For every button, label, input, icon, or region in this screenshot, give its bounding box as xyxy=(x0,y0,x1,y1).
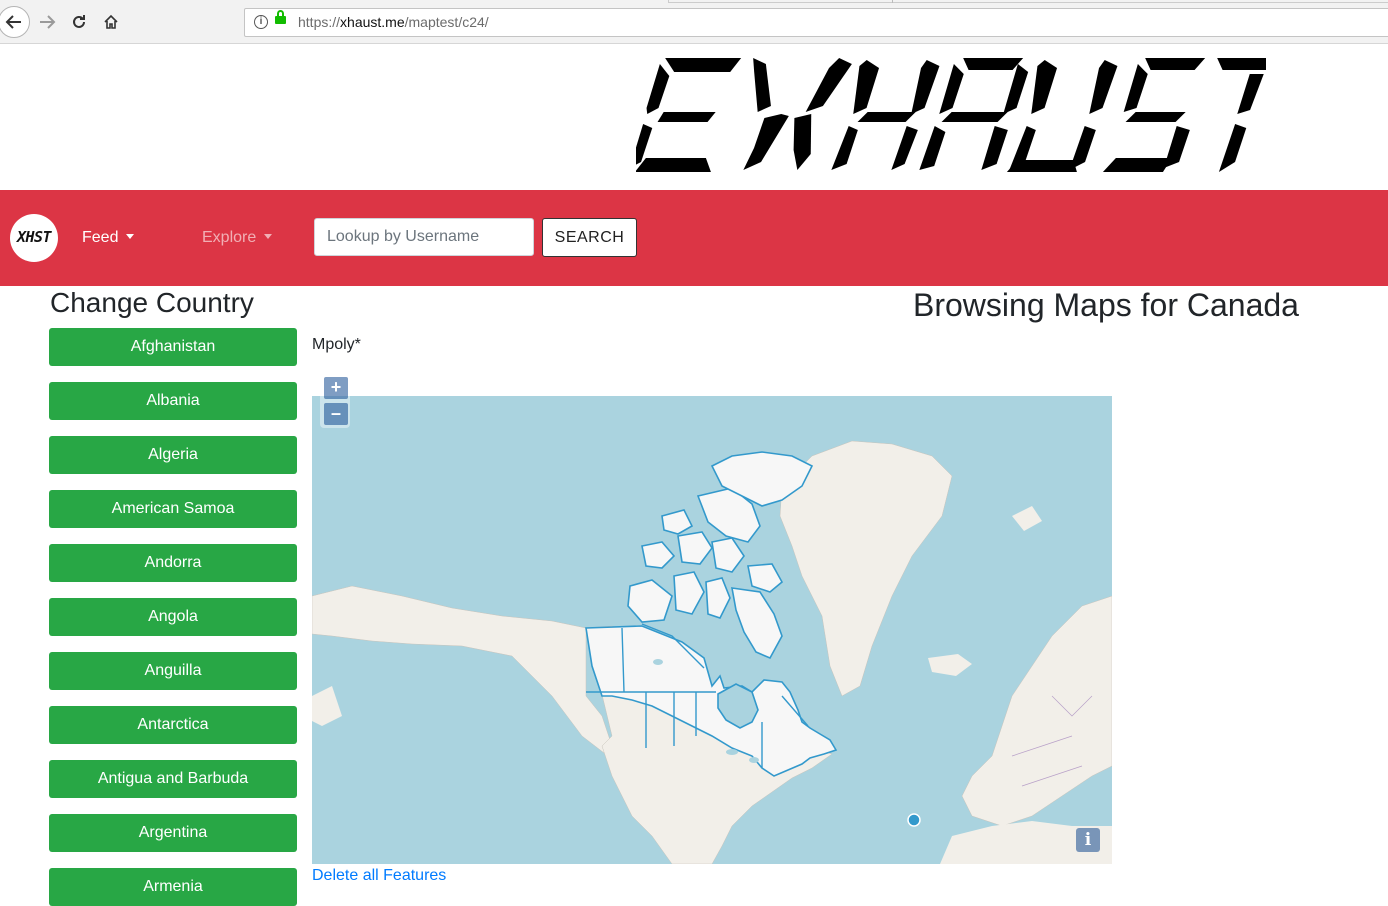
caret-down-icon xyxy=(264,234,273,239)
country-button[interactable]: Albania xyxy=(49,382,297,420)
draw-mode-label: Mpoly* xyxy=(312,336,361,353)
caret-down-icon xyxy=(126,234,135,239)
brand-logo-text: XHST xyxy=(16,228,52,246)
brand-logo[interactable]: XHST xyxy=(10,214,58,262)
sidebar-title: Change Country xyxy=(50,287,254,318)
map-point-marker[interactable] xyxy=(907,813,921,827)
back-arrow-icon[interactable] xyxy=(0,6,30,38)
browser-toolbar: i https://xhaust.me/maptest/c24/ xyxy=(0,0,1388,44)
search-button[interactable]: SEARCH xyxy=(542,218,637,257)
country-button[interactable]: Argentina xyxy=(49,814,297,852)
zoom-out-button[interactable]: – xyxy=(324,403,348,425)
navbar: XHST Feed Explore SEARCH xyxy=(0,190,1388,286)
country-button[interactable]: Andorra xyxy=(49,544,297,582)
tab-strip xyxy=(668,0,1388,3)
country-button[interactable]: Anguilla xyxy=(49,652,297,690)
map-tiles xyxy=(312,440,1112,864)
address-bar[interactable]: i https://xhaust.me/maptest/c24/ xyxy=(244,8,1388,37)
lock-icon[interactable] xyxy=(275,10,286,24)
exhaust-logo xyxy=(636,58,1266,172)
explore-label: Explore xyxy=(202,229,257,246)
attribution-info-button[interactable]: i xyxy=(1076,828,1100,852)
country-button[interactable]: Armenia xyxy=(49,868,297,906)
url-text[interactable]: https://xhaust.me/maptest/c24/ xyxy=(298,14,489,30)
home-icon[interactable] xyxy=(97,8,125,36)
feed-label: Feed xyxy=(82,229,119,246)
tab-divider xyxy=(892,0,893,3)
country-button[interactable]: Antigua and Barbuda xyxy=(49,760,297,798)
forward-arrow-icon[interactable] xyxy=(33,8,61,36)
info-icon[interactable]: i xyxy=(254,15,268,29)
map-canvas[interactable] xyxy=(312,396,1112,864)
country-button[interactable]: Angola xyxy=(49,598,297,636)
country-button[interactable]: Algeria xyxy=(49,436,297,474)
explore-dropdown[interactable]: Explore xyxy=(202,229,273,247)
reload-icon[interactable] xyxy=(65,8,93,36)
page-title: Browsing Maps for Canada xyxy=(913,287,1299,323)
country-button[interactable]: Antarctica xyxy=(49,706,297,744)
feed-dropdown[interactable]: Feed xyxy=(82,229,135,247)
country-button[interactable]: Afghanistan xyxy=(49,328,297,366)
country-button[interactable]: American Samoa xyxy=(49,490,297,528)
username-search-input[interactable] xyxy=(314,218,534,256)
delete-all-features-link[interactable]: Delete all Features xyxy=(312,867,446,885)
zoom-in-button[interactable]: + xyxy=(324,377,348,399)
